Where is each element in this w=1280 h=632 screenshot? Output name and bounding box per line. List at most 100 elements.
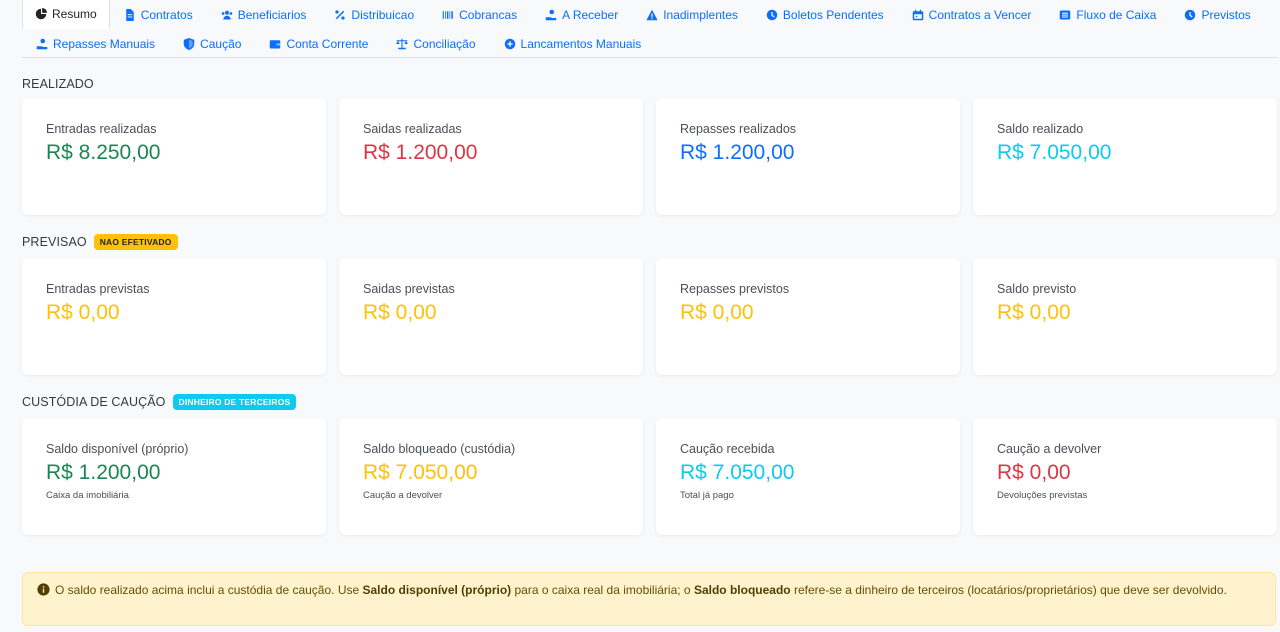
card-subtext: Caução a devolver xyxy=(363,490,443,501)
section-title-previsao: PREVISAO NAO EFETIVADO xyxy=(22,234,178,250)
tab-resumo[interactable]: Resumo xyxy=(22,0,110,29)
info-circle-icon xyxy=(37,583,50,596)
section-title-custodia: CUSTÓDIA DE CAUÇÃO DINHEIRO DE TERCEIROS xyxy=(22,394,297,410)
hand-coin-icon xyxy=(36,38,48,49)
tab-label: Repasses Manuais xyxy=(53,36,156,51)
card-label: Saldo disponível (próprio) xyxy=(46,442,189,456)
card-saidas-previstas: Saidas previstas R$ 0,00 xyxy=(339,258,643,375)
alert-text-3: refere-se a dinheiro de terceiros (locat… xyxy=(790,583,1227,597)
card-caucao-recebida: Caução recebida R$ 7.050,00 Total já pag… xyxy=(656,418,960,535)
tab-label: Previstos xyxy=(1201,7,1251,22)
nav-tabs: Resumo Contratos Beneficiarios Distribui… xyxy=(22,0,1278,58)
card-label: Caução recebida xyxy=(680,442,775,456)
card-repasses-realizados: Repasses realizados R$ 1.200,00 xyxy=(656,98,960,215)
card-value: R$ 7.050,00 xyxy=(363,461,478,484)
card-entradas-realizadas: Entradas realizadas R$ 8.250,00 xyxy=(22,98,326,215)
tab-contratos[interactable]: Contratos xyxy=(110,0,207,29)
tab-label: Cobrancas xyxy=(459,7,518,22)
tab-repasses-manuais[interactable]: Repasses Manuais xyxy=(22,29,169,58)
status-badge: DINHEIRO DE TERCEIROS xyxy=(172,394,297,410)
plus-circle-icon xyxy=(504,38,515,49)
card-entradas-previstas: Entradas previstas R$ 0,00 xyxy=(22,258,326,375)
card-caucao-a-devolver: Caução a devolver R$ 0,00 Devoluções pre… xyxy=(973,418,1277,535)
clock-icon xyxy=(1185,9,1196,20)
card-repasses-previstos: Repasses previstos R$ 0,00 xyxy=(656,258,960,375)
hand-coin-icon xyxy=(545,9,557,20)
status-badge: NAO EFETIVADO xyxy=(93,234,178,250)
warning-icon xyxy=(646,9,658,20)
tab-row-2: Repasses Manuais Caução Conta Corrente C… xyxy=(22,29,655,58)
barcode-icon xyxy=(442,10,453,19)
percent-icon xyxy=(335,9,346,20)
card-saldo-previsto: Saldo previsto R$ 0,00 xyxy=(973,258,1277,375)
tab-label: Contratos a Vencer xyxy=(928,7,1032,22)
wallet-icon xyxy=(270,39,281,48)
tab-label: Beneficiarios xyxy=(237,7,307,22)
card-subtext: Total já pago xyxy=(680,490,734,501)
tab-conciliacao[interactable]: Conciliação xyxy=(382,29,489,58)
card-saldo-realizado: Saldo realizado R$ 7.050,00 xyxy=(973,98,1277,215)
users-icon xyxy=(221,10,232,19)
calendar-icon xyxy=(912,9,923,20)
card-value: R$ 7.050,00 xyxy=(680,461,795,484)
card-label: Saidas realizadas xyxy=(363,122,462,136)
card-value: R$ 1.200,00 xyxy=(46,461,161,484)
card-value: R$ 0,00 xyxy=(680,301,754,324)
tab-label: Resumo xyxy=(52,7,97,21)
card-value: R$ 0,00 xyxy=(46,301,120,324)
tab-label: Caução xyxy=(200,36,242,51)
pie-chart-icon xyxy=(35,8,47,20)
info-alert: O saldo realizado acima inclui a custódi… xyxy=(22,572,1276,626)
tab-fluxo-de-caixa[interactable]: Fluxo de Caixa xyxy=(1045,0,1170,29)
shield-icon xyxy=(183,37,195,50)
card-saldo-bloqueado: Saldo bloqueado (custódia) R$ 7.050,00 C… xyxy=(339,418,643,535)
tab-distribuicao[interactable]: Distribuicao xyxy=(320,0,428,29)
clock-icon xyxy=(766,9,778,20)
card-label: Repasses realizados xyxy=(680,122,797,136)
section-title-text: REALIZADO xyxy=(22,77,94,91)
card-subtext: Caixa da imobiliária xyxy=(46,490,129,501)
alert-bold-saldo-bloqueado: Saldo bloqueado xyxy=(693,583,791,597)
tab-label: Conta Corrente xyxy=(286,36,369,51)
card-label: Saidas previstas xyxy=(363,282,455,296)
tab-label: Contratos xyxy=(140,7,193,22)
alert-bold-saldo-disponivel: Saldo disponível (próprio) xyxy=(362,583,512,597)
card-label: Repasses previstos xyxy=(680,282,790,296)
tab-boletos-pendentes[interactable]: Boletos Pendentes xyxy=(752,0,898,29)
card-label: Saldo previsto xyxy=(997,282,1077,296)
tab-previstos[interactable]: Previstos xyxy=(1170,0,1264,29)
card-label: Saldo realizado xyxy=(997,122,1084,136)
alert-text-1: O saldo realizado acima inclui a custódi… xyxy=(55,583,363,597)
tab-label: Conciliação xyxy=(413,36,476,51)
card-saldo-disponivel: Saldo disponível (próprio) R$ 1.200,00 C… xyxy=(22,418,326,535)
card-label: Entradas realizadas xyxy=(46,122,157,136)
card-label: Entradas previstas xyxy=(46,282,150,296)
tab-contratos-a-vencer[interactable]: Contratos a Vencer xyxy=(898,0,1046,29)
card-value: R$ 7.050,00 xyxy=(997,141,1112,164)
card-value: R$ 1.200,00 xyxy=(363,141,478,164)
tab-label: Fluxo de Caixa xyxy=(1076,7,1157,22)
file-icon xyxy=(125,8,134,21)
scale-icon xyxy=(396,38,409,49)
section-title-text: CUSTÓDIA DE CAUÇÃO xyxy=(22,395,166,409)
tab-cobrancas[interactable]: Cobrancas xyxy=(428,0,531,29)
tab-lancamentos-manuais[interactable]: Lancamentos Manuais xyxy=(490,29,656,58)
tab-inadimplentes[interactable]: Inadimplentes xyxy=(632,0,752,29)
tab-conta-corrente[interactable]: Conta Corrente xyxy=(255,29,382,58)
tab-a-receber[interactable]: A Receber xyxy=(531,0,632,29)
tab-row-1: Resumo Contratos Beneficiarios Distribui… xyxy=(22,0,1265,29)
card-value: R$ 0,00 xyxy=(997,301,1071,324)
tab-beneficiarios[interactable]: Beneficiarios xyxy=(207,0,321,29)
card-value: R$ 0,00 xyxy=(997,461,1071,484)
section-title-text: PREVISAO xyxy=(22,235,87,249)
card-value: R$ 1.200,00 xyxy=(680,141,795,164)
tab-label: A Receber xyxy=(562,7,619,22)
tab-label: Lancamentos Manuais xyxy=(520,36,642,51)
tab-caucao[interactable]: Caução xyxy=(169,29,255,58)
card-value: R$ 8.250,00 xyxy=(46,141,161,164)
section-title-realizado: REALIZADO xyxy=(22,77,94,91)
card-value: R$ 0,00 xyxy=(363,301,437,324)
card-saidas-realizadas: Saidas realizadas R$ 1.200,00 xyxy=(339,98,643,215)
card-label: Caução a devolver xyxy=(997,442,1102,456)
card-subtext: Devoluções previstas xyxy=(997,490,1088,501)
